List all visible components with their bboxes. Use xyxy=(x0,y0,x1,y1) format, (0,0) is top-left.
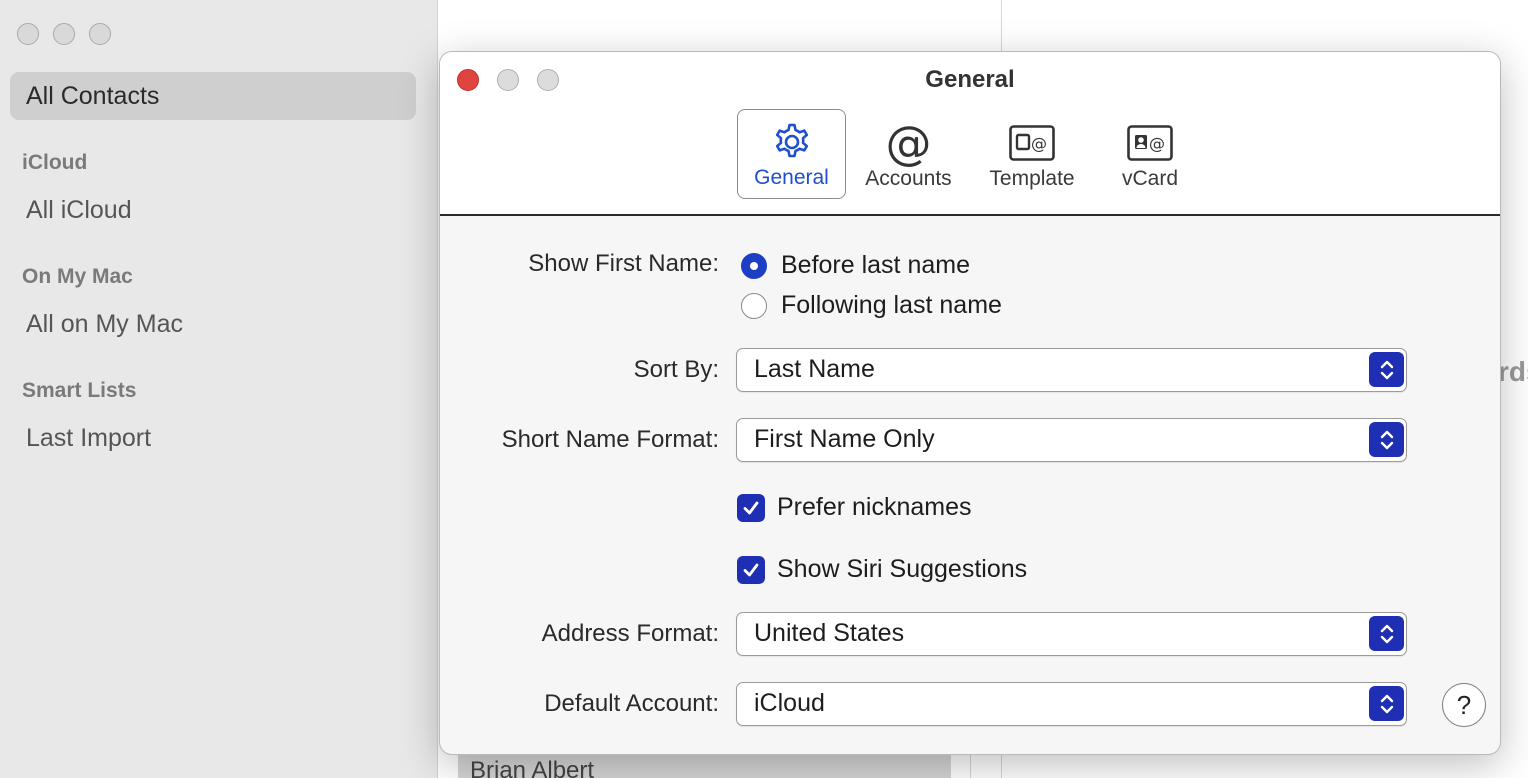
window-controls xyxy=(17,23,111,45)
close-window-button[interactable] xyxy=(17,23,39,45)
tab-general-label: General xyxy=(754,166,829,189)
contact-list-row[interactable]: Brian Albert xyxy=(458,755,951,778)
tab-accounts-label: Accounts xyxy=(865,167,952,190)
radio-following-last-name[interactable]: Following last name xyxy=(741,291,1002,320)
show-siri-suggestions-label: Show Siri Suggestions xyxy=(777,555,1028,583)
popup-stepper-icon xyxy=(1369,686,1404,721)
sidebar-item-last-import[interactable]: Last Import xyxy=(26,424,151,453)
sidebar-header-on-my-mac: On My Mac xyxy=(22,265,133,288)
zoom-window-button[interactable] xyxy=(89,23,111,45)
svg-text:@: @ xyxy=(1149,134,1165,153)
prefer-nicknames-checkbox[interactable]: Prefer nicknames xyxy=(737,493,972,522)
sidebar-item-all-contacts[interactable]: All Contacts xyxy=(10,72,416,120)
checkmark-icon[interactable] xyxy=(737,493,765,522)
tab-template[interactable]: @ Template xyxy=(976,109,1088,199)
show-siri-suggestions-checkbox[interactable]: Show Siri Suggestions xyxy=(737,555,1027,584)
sort-by-value: Last Name xyxy=(754,355,875,383)
radio-before-last-name[interactable]: Before last name xyxy=(741,251,970,280)
sidebar-item-all-icloud[interactable]: All iCloud xyxy=(26,196,132,225)
popup-stepper-icon xyxy=(1369,616,1404,651)
tab-template-label: Template xyxy=(989,167,1075,190)
detail-peek-text: rds xyxy=(1498,356,1528,387)
preferences-window: General General @ Accounts @ Template @ … xyxy=(439,51,1501,755)
short-name-format-value: First Name Only xyxy=(754,425,935,453)
radio-before-last-name-label: Before last name xyxy=(781,251,970,279)
radio-button-unselected[interactable] xyxy=(741,292,767,319)
tab-accounts[interactable]: @ Accounts xyxy=(856,109,961,199)
sidebar-item-all-on-my-mac[interactable]: All on My Mac xyxy=(26,310,183,339)
popup-stepper-icon xyxy=(1369,422,1404,457)
sidebar-header-icloud: iCloud xyxy=(22,151,88,174)
at-sign-icon: @ xyxy=(885,116,932,170)
sort-by-label: Sort By: xyxy=(633,356,719,383)
svg-text:@: @ xyxy=(1031,134,1047,153)
short-name-format-label: Short Name Format: xyxy=(501,426,719,453)
template-card-icon: @ xyxy=(1009,121,1055,165)
short-name-format-popup[interactable]: First Name Only xyxy=(736,418,1407,462)
radio-following-last-name-label: Following last name xyxy=(781,291,1002,319)
popup-stepper-icon xyxy=(1369,352,1404,387)
address-format-value: United States xyxy=(754,619,905,647)
default-account-popup[interactable]: iCloud xyxy=(736,682,1407,726)
dialog-title: General xyxy=(925,66,1015,93)
address-format-label: Address Format: xyxy=(541,620,719,647)
show-first-name-label: Show First Name: xyxy=(528,250,719,277)
default-account-label: Default Account: xyxy=(544,690,719,717)
radio-button-selected[interactable] xyxy=(741,252,767,279)
vcard-icon: @ xyxy=(1127,121,1173,165)
sidebar-header-smart-lists: Smart Lists xyxy=(22,379,137,402)
list-scrollbar[interactable] xyxy=(970,752,971,778)
address-format-popup[interactable]: United States xyxy=(736,612,1407,656)
checkmark-icon[interactable] xyxy=(737,555,765,584)
minimize-window-button[interactable] xyxy=(53,23,75,45)
tab-general[interactable]: General xyxy=(737,109,846,199)
sort-by-popup[interactable]: Last Name xyxy=(736,348,1407,392)
help-button[interactable]: ? xyxy=(1442,683,1486,727)
default-account-value: iCloud xyxy=(754,689,825,717)
sidebar: All Contacts iCloud All iCloud On My Mac… xyxy=(0,0,438,778)
tab-vcard[interactable]: @ vCard xyxy=(1102,109,1198,199)
prefer-nicknames-label: Prefer nicknames xyxy=(777,493,972,521)
tab-vcard-label: vCard xyxy=(1121,167,1179,190)
gear-icon xyxy=(770,120,814,164)
